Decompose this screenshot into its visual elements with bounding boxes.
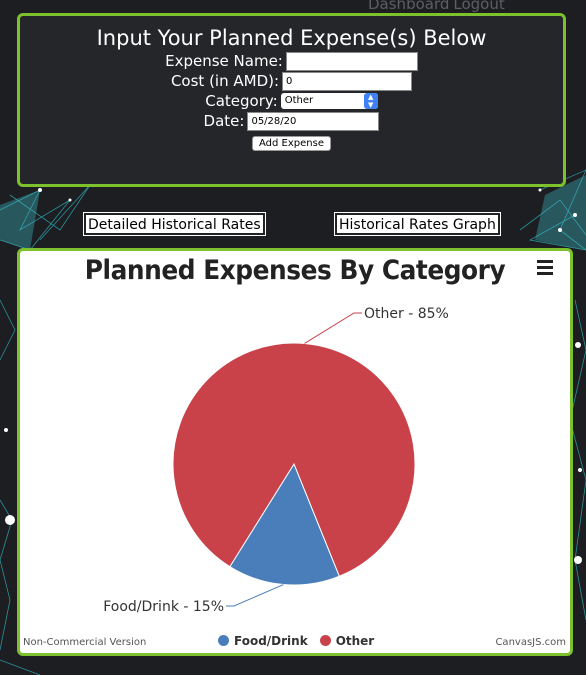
- expense-name-label: Expense Name:: [165, 52, 283, 70]
- category-selected-value: Other: [284, 95, 314, 106]
- watermark-right: CanvasJS.com: [495, 637, 566, 648]
- cost-label: Cost (in AMD):: [170, 72, 280, 90]
- form-title: Input Your Planned Expense(s) Below: [96, 26, 487, 50]
- category-row: Category: Other ▲ ▼: [20, 91, 563, 111]
- category-select[interactable]: Other ▲ ▼: [280, 93, 378, 109]
- date-row: Date:: [20, 111, 563, 131]
- pie-chart: Food/Drink - 15% Other - 85%: [103, 306, 449, 615]
- legend-item-other[interactable]: Other: [319, 634, 375, 648]
- date-input[interactable]: [247, 111, 380, 131]
- add-expense-button[interactable]: Add Expense: [252, 136, 331, 151]
- logout-link[interactable]: Logout: [453, 0, 504, 13]
- chart-panel: Food/Drink - 15% Other - 85% Planned Expe…: [17, 248, 573, 656]
- hamburger-menu-icon[interactable]: [537, 260, 553, 278]
- pie-label-0: Food/Drink - 15%: [103, 599, 224, 615]
- dashboard-link[interactable]: Dashboard: [368, 0, 449, 13]
- expense-name-row: Expense Name:: [20, 51, 563, 71]
- legend-label-food-drink: Food/Drink: [234, 634, 308, 648]
- legend-item-food-drink[interactable]: Food/Drink: [218, 634, 308, 648]
- expense-form-panel: Input Your Planned Expense(s) Below Expe…: [17, 13, 566, 187]
- category-label: Category:: [205, 92, 278, 110]
- leader-line-0: [226, 584, 284, 607]
- legend-label-other: Other: [335, 634, 375, 648]
- top-nav: Dashboard Logout: [368, 0, 509, 13]
- cost-row: Cost (in AMD):: [20, 71, 563, 91]
- expense-name-input[interactable]: [285, 51, 418, 71]
- legend-dot-other: [319, 635, 331, 646]
- historical-rates-graph-button[interactable]: Historical Rates Graph: [335, 213, 500, 235]
- chart-title: Planned Expenses By Category: [84, 255, 506, 286]
- leader-line-1: [304, 312, 362, 344]
- pie-label-1: Other - 85%: [364, 306, 449, 322]
- detailed-historical-rates-button[interactable]: Detailed Historical Rates: [84, 213, 265, 235]
- chevron-up-down-icon: ▲ ▼: [363, 93, 378, 109]
- legend-dot-food-drink: [218, 635, 229, 646]
- date-label: Date:: [203, 112, 245, 130]
- chart-legend: Food/Drink Other: [218, 634, 374, 648]
- cost-input[interactable]: [282, 71, 413, 91]
- watermark-left: Non-Commercial Version: [23, 637, 147, 648]
